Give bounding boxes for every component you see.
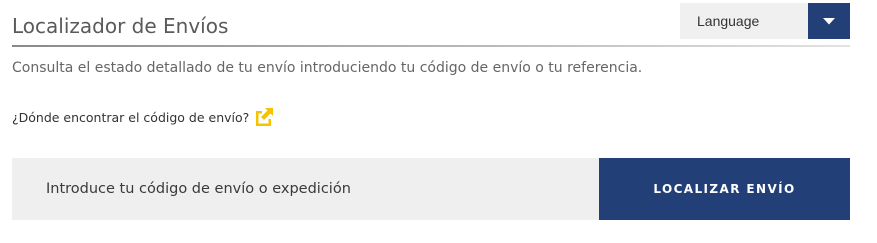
- intro-text: Consulta el estado detallado de tu envío…: [12, 60, 643, 76]
- external-link-icon[interactable]: [253, 106, 275, 128]
- locate-shipment-button[interactable]: LOCALIZAR ENVÍO: [599, 158, 850, 220]
- help-link-text[interactable]: ¿Dónde encontrar el código de envío?: [12, 110, 249, 125]
- caret-down-icon[interactable]: [808, 3, 850, 39]
- page-title: Localizador de Envíos: [12, 14, 229, 38]
- title-divider: [12, 45, 850, 47]
- shipment-code-input[interactable]: [12, 158, 599, 220]
- language-dropdown[interactable]: Language: [680, 3, 850, 39]
- help-link[interactable]: ¿Dónde encontrar el código de envío?: [12, 106, 275, 128]
- language-dropdown-label[interactable]: Language: [680, 3, 808, 39]
